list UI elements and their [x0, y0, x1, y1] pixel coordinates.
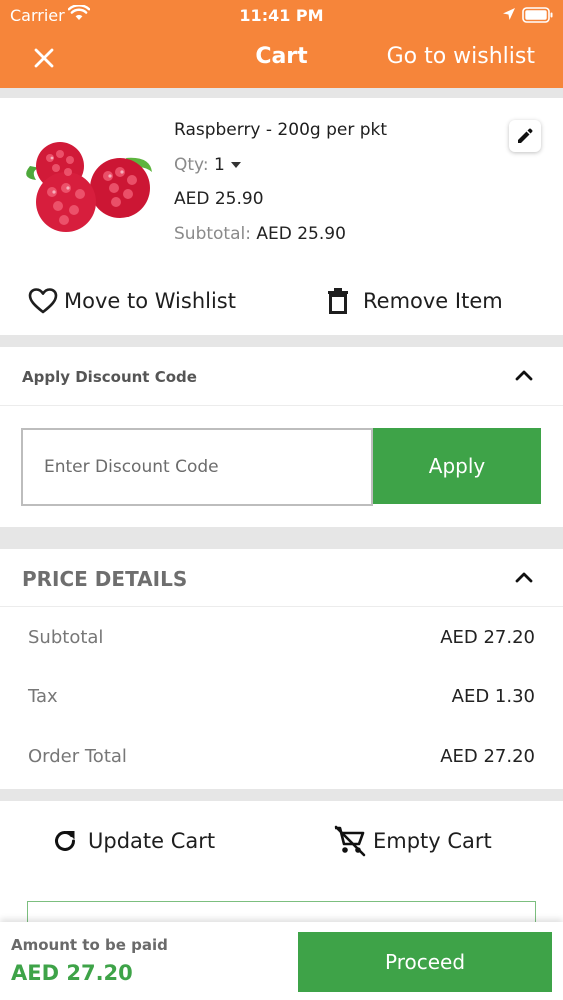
product-price: AED 25.90	[174, 189, 264, 209]
price-row-label: Subtotal	[28, 627, 104, 648]
price-details-header[interactable]: PRICE DETAILS	[0, 549, 563, 607]
chevron-up-icon	[515, 370, 533, 381]
update-cart-label: Update Cart	[88, 829, 216, 853]
edit-pencil-icon	[518, 128, 533, 143]
proceed-button[interactable]: Proceed	[298, 932, 552, 992]
update-cart-button[interactable]: Update Cart	[52, 826, 215, 856]
battery-icon	[522, 7, 553, 23]
price-row-subtotal: Subtotal AED 27.20	[28, 627, 535, 648]
close-icon[interactable]	[30, 44, 58, 72]
go-to-wishlist-link[interactable]: Go to wishlist	[387, 44, 535, 69]
qty-label: Qty:	[174, 155, 209, 175]
refresh-icon	[55, 830, 75, 851]
subtotal-label: Subtotal:	[174, 224, 251, 244]
empty-cart-label: Empty Cart	[373, 829, 492, 853]
price-row-value: AED 1.30	[451, 686, 535, 707]
discount-header[interactable]: Apply Discount Code	[0, 347, 563, 406]
remove-item-button[interactable]: Remove Item	[327, 286, 503, 316]
empty-cart-button[interactable]: Empty Cart	[333, 825, 492, 857]
move-to-wishlist-button[interactable]: Move to Wishlist	[28, 286, 236, 316]
subtotal-value: AED 25.90	[256, 224, 346, 244]
move-to-wishlist-label: Move to Wishlist	[64, 289, 236, 313]
checkout-footer: Amount to be paid AED 27.20 Proceed	[0, 922, 563, 1000]
price-row-tax: Tax AED 1.30	[28, 686, 535, 707]
price-row-order-total: Order Total AED 27.20	[28, 746, 535, 767]
amount-label: Amount to be paid	[11, 936, 168, 954]
product-name: Raspberry - 200g per pkt	[174, 120, 388, 140]
apply-button[interactable]: Apply	[373, 428, 541, 504]
price-row-value: AED 27.20	[440, 746, 535, 767]
remove-item-label: Remove Item	[363, 289, 503, 313]
status-time: 11:41 PM	[239, 6, 324, 25]
product-image	[26, 142, 152, 232]
discount-code-input[interactable]	[21, 428, 373, 506]
amount-value: AED 27.20	[11, 961, 133, 985]
app-header: Carrier 11:41 PM Cart Go to wishlist	[0, 0, 563, 88]
cart-actions-section: Update Cart Empty Cart	[0, 801, 563, 941]
cart-item-card: Raspberry - 200g per pkt Qty: 1 AED 25.9…	[0, 98, 563, 335]
heart-outline-icon	[28, 288, 58, 314]
edit-item-button[interactable]	[509, 120, 541, 152]
item-subtotal: Subtotal: AED 25.90	[174, 224, 346, 244]
cart-remove-icon	[334, 825, 366, 857]
qty-value: 1	[214, 155, 225, 175]
caret-down-icon	[231, 162, 242, 168]
price-row-value: AED 27.20	[440, 627, 535, 648]
quantity-selector[interactable]: Qty: 1	[174, 155, 242, 175]
price-row-label: Order Total	[28, 746, 127, 767]
trash-icon	[328, 288, 348, 314]
price-details-title: PRICE DETAILS	[22, 567, 188, 591]
price-row-label: Tax	[28, 686, 58, 707]
location-arrow-icon	[503, 8, 515, 20]
status-bar: Carrier 11:41 PM	[0, 0, 563, 30]
price-details-section: PRICE DETAILS Subtotal AED 27.20 Tax AED…	[0, 549, 563, 789]
chevron-up-icon	[515, 572, 533, 583]
discount-title: Apply Discount Code	[22, 368, 197, 386]
discount-section: Apply Discount Code Apply	[0, 347, 563, 527]
